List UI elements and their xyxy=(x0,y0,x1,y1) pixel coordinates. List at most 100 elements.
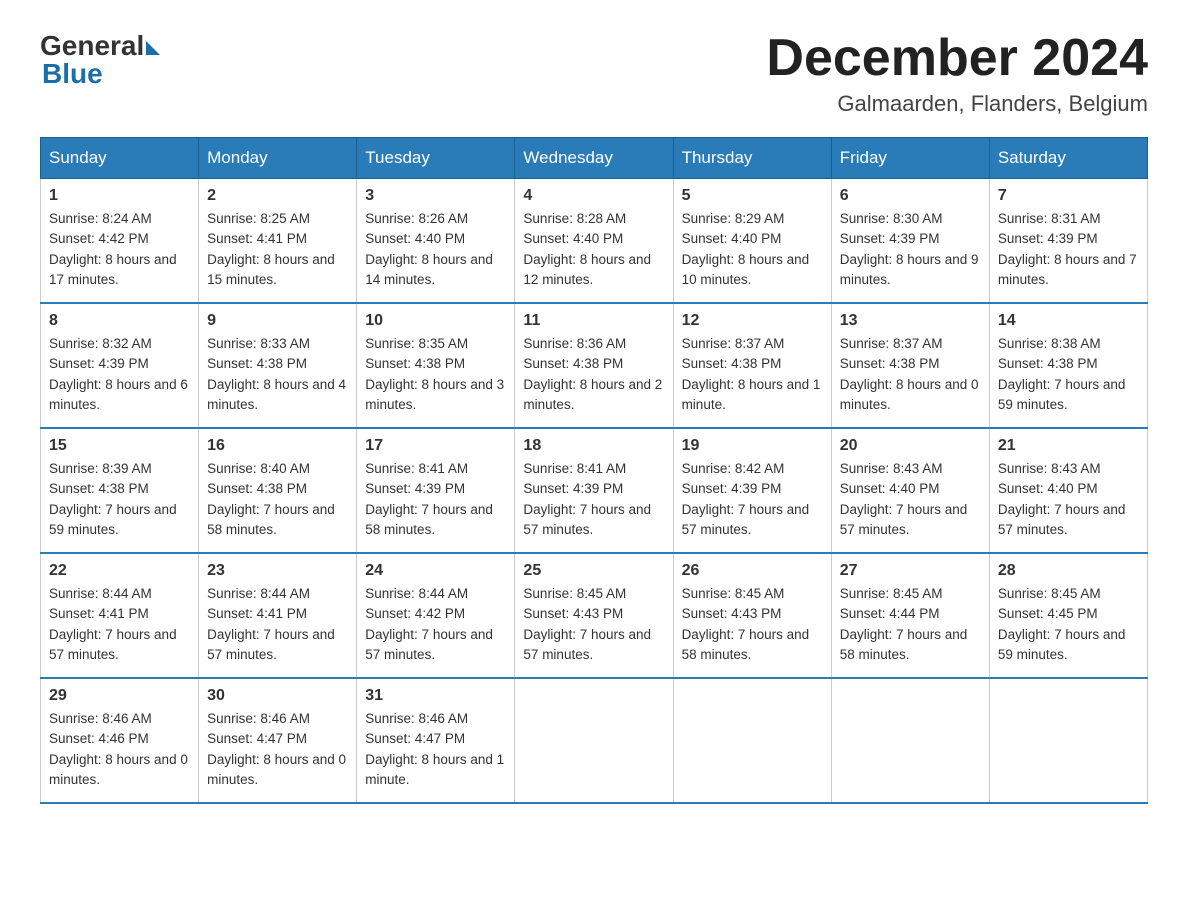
day-info: Sunrise: 8:38 AMSunset: 4:38 PMDaylight:… xyxy=(998,334,1139,415)
day-number: 14 xyxy=(998,312,1139,330)
day-number: 8 xyxy=(49,312,190,330)
day-info: Sunrise: 8:28 AMSunset: 4:40 PMDaylight:… xyxy=(523,209,664,290)
calendar-cell: 3 Sunrise: 8:26 AMSunset: 4:40 PMDayligh… xyxy=(357,179,515,304)
page-header: General Blue December 2024 Galmaarden, F… xyxy=(40,30,1148,117)
day-number: 30 xyxy=(207,687,348,705)
calendar-cell: 28 Sunrise: 8:45 AMSunset: 4:45 PMDaylig… xyxy=(989,553,1147,678)
day-info: Sunrise: 8:43 AMSunset: 4:40 PMDaylight:… xyxy=(840,459,981,540)
header-thursday: Thursday xyxy=(673,138,831,179)
calendar-cell: 14 Sunrise: 8:38 AMSunset: 4:38 PMDaylig… xyxy=(989,303,1147,428)
day-info: Sunrise: 8:26 AMSunset: 4:40 PMDaylight:… xyxy=(365,209,506,290)
day-number: 20 xyxy=(840,437,981,455)
calendar-cell: 5 Sunrise: 8:29 AMSunset: 4:40 PMDayligh… xyxy=(673,179,831,304)
calendar-cell: 31 Sunrise: 8:46 AMSunset: 4:47 PMDaylig… xyxy=(357,678,515,803)
day-info: Sunrise: 8:45 AMSunset: 4:43 PMDaylight:… xyxy=(682,584,823,665)
day-number: 11 xyxy=(523,312,664,330)
calendar-cell: 24 Sunrise: 8:44 AMSunset: 4:42 PMDaylig… xyxy=(357,553,515,678)
week-row-3: 15 Sunrise: 8:39 AMSunset: 4:38 PMDaylig… xyxy=(41,428,1148,553)
day-info: Sunrise: 8:36 AMSunset: 4:38 PMDaylight:… xyxy=(523,334,664,415)
calendar-cell: 30 Sunrise: 8:46 AMSunset: 4:47 PMDaylig… xyxy=(199,678,357,803)
day-info: Sunrise: 8:43 AMSunset: 4:40 PMDaylight:… xyxy=(998,459,1139,540)
week-row-2: 8 Sunrise: 8:32 AMSunset: 4:39 PMDayligh… xyxy=(41,303,1148,428)
day-number: 10 xyxy=(365,312,506,330)
day-number: 16 xyxy=(207,437,348,455)
calendar-cell: 10 Sunrise: 8:35 AMSunset: 4:38 PMDaylig… xyxy=(357,303,515,428)
week-row-5: 29 Sunrise: 8:46 AMSunset: 4:46 PMDaylig… xyxy=(41,678,1148,803)
day-number: 17 xyxy=(365,437,506,455)
day-info: Sunrise: 8:29 AMSunset: 4:40 PMDaylight:… xyxy=(682,209,823,290)
day-info: Sunrise: 8:44 AMSunset: 4:42 PMDaylight:… xyxy=(365,584,506,665)
header-tuesday: Tuesday xyxy=(357,138,515,179)
day-number: 19 xyxy=(682,437,823,455)
day-number: 12 xyxy=(682,312,823,330)
day-number: 27 xyxy=(840,562,981,580)
day-info: Sunrise: 8:46 AMSunset: 4:47 PMDaylight:… xyxy=(207,709,348,790)
calendar-cell: 16 Sunrise: 8:40 AMSunset: 4:38 PMDaylig… xyxy=(199,428,357,553)
month-title: December 2024 xyxy=(766,30,1148,87)
day-info: Sunrise: 8:45 AMSunset: 4:43 PMDaylight:… xyxy=(523,584,664,665)
day-number: 29 xyxy=(49,687,190,705)
day-number: 15 xyxy=(49,437,190,455)
calendar-cell xyxy=(515,678,673,803)
header-wednesday: Wednesday xyxy=(515,138,673,179)
calendar-cell: 26 Sunrise: 8:45 AMSunset: 4:43 PMDaylig… xyxy=(673,553,831,678)
calendar-header-row: SundayMondayTuesdayWednesdayThursdayFrid… xyxy=(41,138,1148,179)
calendar-cell: 1 Sunrise: 8:24 AMSunset: 4:42 PMDayligh… xyxy=(41,179,199,304)
header-friday: Friday xyxy=(831,138,989,179)
day-info: Sunrise: 8:42 AMSunset: 4:39 PMDaylight:… xyxy=(682,459,823,540)
calendar-cell: 11 Sunrise: 8:36 AMSunset: 4:38 PMDaylig… xyxy=(515,303,673,428)
day-info: Sunrise: 8:30 AMSunset: 4:39 PMDaylight:… xyxy=(840,209,981,290)
day-info: Sunrise: 8:32 AMSunset: 4:39 PMDaylight:… xyxy=(49,334,190,415)
day-info: Sunrise: 8:46 AMSunset: 4:46 PMDaylight:… xyxy=(49,709,190,790)
day-info: Sunrise: 8:45 AMSunset: 4:44 PMDaylight:… xyxy=(840,584,981,665)
calendar-cell: 2 Sunrise: 8:25 AMSunset: 4:41 PMDayligh… xyxy=(199,179,357,304)
day-info: Sunrise: 8:46 AMSunset: 4:47 PMDaylight:… xyxy=(365,709,506,790)
day-info: Sunrise: 8:24 AMSunset: 4:42 PMDaylight:… xyxy=(49,209,190,290)
calendar-cell: 13 Sunrise: 8:37 AMSunset: 4:38 PMDaylig… xyxy=(831,303,989,428)
logo: General Blue xyxy=(40,30,160,90)
day-info: Sunrise: 8:44 AMSunset: 4:41 PMDaylight:… xyxy=(49,584,190,665)
day-info: Sunrise: 8:25 AMSunset: 4:41 PMDaylight:… xyxy=(207,209,348,290)
day-number: 21 xyxy=(998,437,1139,455)
day-number: 5 xyxy=(682,187,823,205)
day-number: 23 xyxy=(207,562,348,580)
day-info: Sunrise: 8:35 AMSunset: 4:38 PMDaylight:… xyxy=(365,334,506,415)
day-number: 18 xyxy=(523,437,664,455)
day-number: 25 xyxy=(523,562,664,580)
calendar-cell: 25 Sunrise: 8:45 AMSunset: 4:43 PMDaylig… xyxy=(515,553,673,678)
day-number: 1 xyxy=(49,187,190,205)
calendar-cell: 12 Sunrise: 8:37 AMSunset: 4:38 PMDaylig… xyxy=(673,303,831,428)
week-row-1: 1 Sunrise: 8:24 AMSunset: 4:42 PMDayligh… xyxy=(41,179,1148,304)
header-sunday: Sunday xyxy=(41,138,199,179)
calendar-cell: 20 Sunrise: 8:43 AMSunset: 4:40 PMDaylig… xyxy=(831,428,989,553)
calendar-cell: 15 Sunrise: 8:39 AMSunset: 4:38 PMDaylig… xyxy=(41,428,199,553)
day-number: 7 xyxy=(998,187,1139,205)
day-number: 3 xyxy=(365,187,506,205)
calendar-cell: 19 Sunrise: 8:42 AMSunset: 4:39 PMDaylig… xyxy=(673,428,831,553)
day-number: 28 xyxy=(998,562,1139,580)
day-info: Sunrise: 8:41 AMSunset: 4:39 PMDaylight:… xyxy=(365,459,506,540)
calendar-cell: 6 Sunrise: 8:30 AMSunset: 4:39 PMDayligh… xyxy=(831,179,989,304)
calendar-cell: 9 Sunrise: 8:33 AMSunset: 4:38 PMDayligh… xyxy=(199,303,357,428)
day-number: 9 xyxy=(207,312,348,330)
day-number: 4 xyxy=(523,187,664,205)
day-number: 22 xyxy=(49,562,190,580)
day-info: Sunrise: 8:31 AMSunset: 4:39 PMDaylight:… xyxy=(998,209,1139,290)
day-info: Sunrise: 8:37 AMSunset: 4:38 PMDaylight:… xyxy=(682,334,823,415)
calendar-cell: 8 Sunrise: 8:32 AMSunset: 4:39 PMDayligh… xyxy=(41,303,199,428)
day-info: Sunrise: 8:40 AMSunset: 4:38 PMDaylight:… xyxy=(207,459,348,540)
header-saturday: Saturday xyxy=(989,138,1147,179)
calendar-cell xyxy=(831,678,989,803)
day-number: 2 xyxy=(207,187,348,205)
logo-blue-text: Blue xyxy=(42,58,103,90)
day-info: Sunrise: 8:45 AMSunset: 4:45 PMDaylight:… xyxy=(998,584,1139,665)
calendar-table: SundayMondayTuesdayWednesdayThursdayFrid… xyxy=(40,137,1148,804)
calendar-cell: 7 Sunrise: 8:31 AMSunset: 4:39 PMDayligh… xyxy=(989,179,1147,304)
calendar-cell xyxy=(673,678,831,803)
day-info: Sunrise: 8:41 AMSunset: 4:39 PMDaylight:… xyxy=(523,459,664,540)
day-info: Sunrise: 8:44 AMSunset: 4:41 PMDaylight:… xyxy=(207,584,348,665)
calendar-cell: 23 Sunrise: 8:44 AMSunset: 4:41 PMDaylig… xyxy=(199,553,357,678)
day-number: 24 xyxy=(365,562,506,580)
calendar-cell: 22 Sunrise: 8:44 AMSunset: 4:41 PMDaylig… xyxy=(41,553,199,678)
location-subtitle: Galmaarden, Flanders, Belgium xyxy=(766,91,1148,117)
